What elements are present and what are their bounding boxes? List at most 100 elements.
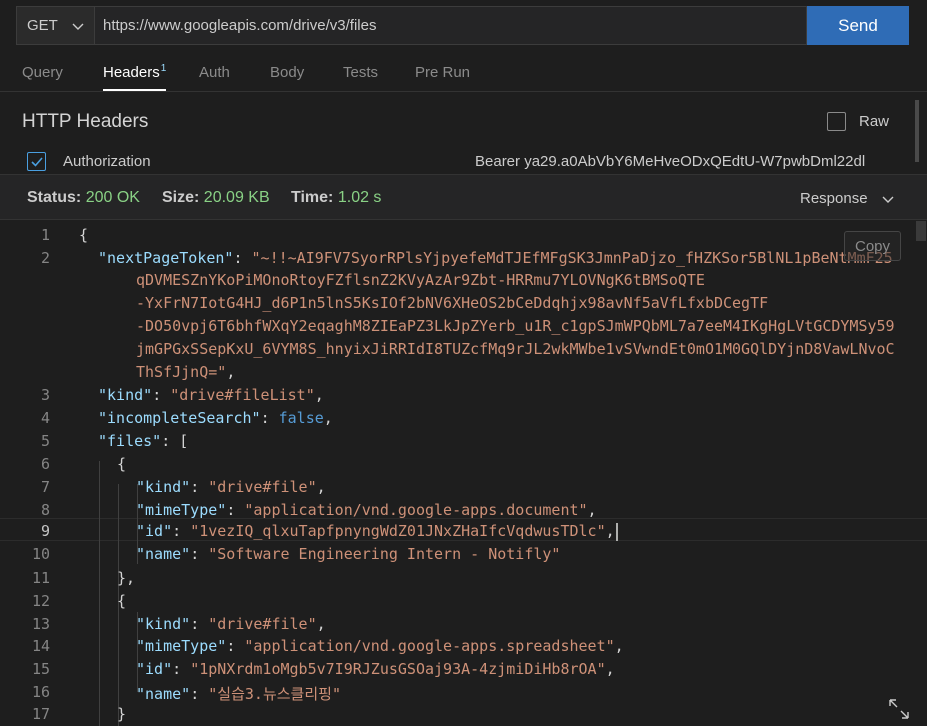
json-string: "1pNXrdm1oMgb5v7I9RJZusGSOaj93A-4zjmiDiH… bbox=[190, 660, 606, 678]
method-select[interactable]: GET bbox=[16, 6, 95, 45]
status-value: 200 OK bbox=[85, 189, 140, 206]
json-key: "incompleteSearch" bbox=[98, 409, 261, 427]
json-key: "mimeType" bbox=[136, 501, 227, 519]
json-key: "name" bbox=[136, 545, 191, 563]
tab-headers[interactable]: Headers1 bbox=[103, 63, 167, 81]
code-line-wrap: qDVMESZnYKoPiMOnoRtoyFZflsnZ2KVyAzAr9Zbt… bbox=[136, 271, 705, 289]
json-key: "nextPageToken" bbox=[98, 249, 234, 267]
response-status-bar: Status: 200 OK Size: 20.09 KB Time: 1.02… bbox=[0, 174, 927, 220]
json-string: "drive#file" bbox=[208, 478, 317, 496]
time-info: Time: 1.02 s bbox=[291, 189, 381, 207]
json-boolean: false bbox=[278, 409, 324, 427]
headers-title: HTTP Headers bbox=[22, 111, 149, 132]
raw-checkbox[interactable] bbox=[827, 112, 846, 131]
tab-headers-badge: 1 bbox=[160, 63, 167, 74]
code-line: { bbox=[79, 226, 89, 244]
line-number: 7 bbox=[40, 478, 50, 496]
expand-icon[interactable] bbox=[887, 697, 911, 721]
json-string: "application/vnd.google-apps.document" bbox=[244, 501, 588, 519]
tab-tests[interactable]: Tests bbox=[343, 64, 378, 81]
code-line: "incompleteSearch": false, bbox=[98, 409, 333, 427]
code-line-wrap: ThSfJjnQ=", bbox=[136, 363, 236, 381]
line-number: 14 bbox=[31, 637, 50, 655]
size-value: 20.09 KB bbox=[203, 189, 270, 206]
json-string: -DO50vpj6T6bhfWXqY2eqaghM8ZIEaPZ3LkJpZYe… bbox=[136, 317, 895, 335]
line-number-active: 9 bbox=[40, 522, 50, 540]
json-string: "drive#file" bbox=[208, 615, 317, 633]
line-number: 12 bbox=[31, 592, 50, 610]
line-number: 5 bbox=[40, 432, 50, 450]
code-line: { bbox=[117, 592, 127, 610]
chevron-down-icon[interactable] bbox=[881, 192, 895, 206]
line-number: 11 bbox=[31, 569, 50, 587]
header-name[interactable]: Authorization bbox=[63, 153, 151, 170]
raw-label: Raw bbox=[859, 113, 890, 130]
tab-pre-run[interactable]: Pre Run bbox=[415, 64, 470, 81]
code-line: "name": "Software Engineering Intern - N… bbox=[136, 545, 561, 563]
response-body-editor[interactable]: 1 2 3 4 5 6 7 8 9 10 11 12 13 14 15 16 1… bbox=[0, 221, 927, 726]
line-number: 6 bbox=[40, 455, 50, 473]
size-info: Size: 20.09 KB bbox=[162, 189, 270, 207]
tab-query[interactable]: Query bbox=[22, 64, 63, 81]
line-number: 3 bbox=[40, 386, 50, 404]
json-key: "kind" bbox=[136, 615, 191, 633]
url-input[interactable]: https://www.googleapis.com/drive/v3/file… bbox=[95, 6, 807, 45]
tab-headers-label: Headers bbox=[103, 64, 160, 81]
json-key: "kind" bbox=[98, 386, 153, 404]
code-line: "nextPageToken": "~!!~AI9FV7SyorRPlsYjpy… bbox=[98, 249, 893, 267]
line-number: 13 bbox=[31, 615, 50, 633]
code-line: "files": [ bbox=[98, 432, 189, 450]
json-string: "~!!~AI9FV7SyorRPlsYjpyefeMdTJEfMFgSK3Jm… bbox=[251, 249, 893, 267]
headers-panel: HTTP Headers Raw Authorization Bearer ya… bbox=[0, 93, 927, 173]
code-line: { bbox=[117, 455, 127, 473]
code-line-wrap: jmGPGxSSepKxU_6VYM8S_hnyixJiRRIdI8TUZcfM… bbox=[136, 340, 895, 358]
indent-guide bbox=[99, 461, 100, 726]
json-key: "files" bbox=[98, 432, 162, 450]
editor-scrollbar[interactable] bbox=[916, 221, 926, 241]
time-label: Time: bbox=[291, 189, 334, 206]
code-line: "id": "1pNXrdm1oMgb5v7I9RJZusGSOaj93A-4z… bbox=[136, 660, 615, 678]
line-number: 17 bbox=[31, 705, 50, 723]
method-value: GET bbox=[27, 17, 58, 34]
size-label: Size: bbox=[162, 189, 200, 206]
checkmark-icon bbox=[31, 157, 43, 167]
json-string: "Software Engineering Intern - Notifly" bbox=[208, 545, 561, 563]
request-tabs: Query Headers1 Auth Body Tests Pre Run bbox=[0, 60, 927, 92]
json-string: jmGPGxSSepKxU_6VYM8S_hnyixJiRRIdI8TUZcfM… bbox=[136, 340, 895, 358]
active-tab-indicator bbox=[103, 89, 166, 91]
text-cursor bbox=[615, 522, 618, 541]
json-string: -YxFrN7IotG4HJ_d6P1n5lnS5KsIOf2bNV6XHeOS… bbox=[136, 294, 769, 312]
line-number: 4 bbox=[40, 409, 50, 427]
header-value[interactable]: Bearer ya29.a0AbVbY6MeHveODxQEdtU-W7pwbD… bbox=[475, 153, 865, 170]
header-enabled-checkbox[interactable] bbox=[27, 152, 46, 171]
copy-button[interactable]: Copy bbox=[844, 231, 901, 261]
request-bar: GET https://www.googleapis.com/drive/v3/… bbox=[16, 6, 909, 45]
tab-body[interactable]: Body bbox=[270, 64, 304, 81]
json-string: "application/vnd.google-apps.spreadsheet… bbox=[244, 637, 615, 655]
json-key: "mimeType" bbox=[136, 637, 227, 655]
json-string: "1vezIQ_qlxuTapfpnyngWdZ01JNxZHaIfcVqdwu… bbox=[190, 522, 606, 540]
tab-auth[interactable]: Auth bbox=[199, 64, 230, 81]
code-line-wrap: -YxFrN7IotG4HJ_d6P1n5lnS5KsIOf2bNV6XHeOS… bbox=[136, 294, 768, 312]
json-key: "id" bbox=[136, 660, 173, 678]
send-button[interactable]: Send bbox=[807, 6, 909, 45]
line-number: 16 bbox=[31, 683, 50, 701]
json-key: "name" bbox=[136, 685, 191, 703]
json-key: "kind" bbox=[136, 478, 191, 496]
code-line: } bbox=[117, 705, 127, 723]
line-number: 15 bbox=[31, 660, 50, 678]
line-number: 8 bbox=[40, 501, 50, 519]
line-number: 2 bbox=[40, 249, 50, 267]
code-line: "kind": "drive#fileList", bbox=[98, 386, 324, 404]
response-view-select[interactable]: Response bbox=[800, 190, 868, 207]
chevron-down-icon bbox=[72, 23, 84, 30]
json-string: "실습3.뉴스클리핑" bbox=[208, 685, 341, 703]
headers-scrollbar[interactable] bbox=[915, 100, 919, 162]
json-key: "id" bbox=[136, 522, 173, 540]
json-string: ThSfJjnQ=" bbox=[136, 363, 227, 381]
code-line: "name": "실습3.뉴스클리핑" bbox=[136, 685, 341, 703]
time-value: 1.02 s bbox=[337, 189, 382, 206]
json-string: "drive#fileList" bbox=[170, 386, 315, 404]
code-line: "kind": "drive#file", bbox=[136, 615, 326, 633]
code-line: "mimeType": "application/vnd.google-apps… bbox=[136, 501, 597, 519]
